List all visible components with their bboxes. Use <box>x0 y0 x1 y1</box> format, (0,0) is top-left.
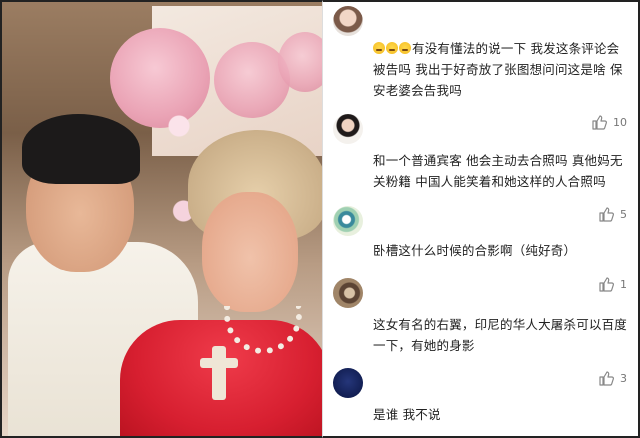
comment-text: 和一个普通宾客 他会主动去合照吗 真他妈无关粉籍 中国人能笑着和她这样的人合照吗 <box>373 153 623 189</box>
comment-text: 有没有懂法的说一下 我发这条评论会被告吗 我出于好奇放了张图想问问这是啥 保安老… <box>373 41 623 98</box>
like-button[interactable]: 5 <box>598 206 627 222</box>
like-button[interactable]: 1 <box>598 276 627 292</box>
avatar[interactable] <box>333 206 363 236</box>
avatar[interactable] <box>333 114 363 144</box>
like-count: 1 <box>620 277 627 291</box>
comment-text: 卧槽这什么时候的合影啊（纯好奇） <box>373 243 577 258</box>
crying-emoji-icon <box>386 42 398 54</box>
like-button[interactable]: 10 <box>591 114 627 130</box>
post-photo[interactable] <box>0 0 322 438</box>
like-button[interactable]: 3 <box>598 370 627 386</box>
comment-text: 这女有名的右翼，印尼的华人大屠杀可以百度一下，有她的身影 <box>373 317 628 353</box>
like-count: 10 <box>613 115 627 129</box>
avatar[interactable] <box>333 368 363 398</box>
thumbs-up-icon <box>599 207 614 222</box>
like-count: 3 <box>620 371 627 385</box>
avatar[interactable] <box>333 6 363 36</box>
thumbs-up-icon <box>599 277 614 292</box>
thumbs-up-icon <box>599 371 614 386</box>
crying-emoji-icon <box>373 42 385 54</box>
comment-text: 是谁 我不说 <box>373 407 441 422</box>
like-count: 5 <box>620 207 627 221</box>
avatar[interactable] <box>333 278 363 308</box>
crying-emoji-icon <box>399 42 411 54</box>
thumbs-up-icon <box>592 115 607 130</box>
comment-list: 有没有懂法的说一下 我发这条评论会被告吗 我出于好奇放了张图想问问这是啥 保安老… <box>322 0 640 438</box>
